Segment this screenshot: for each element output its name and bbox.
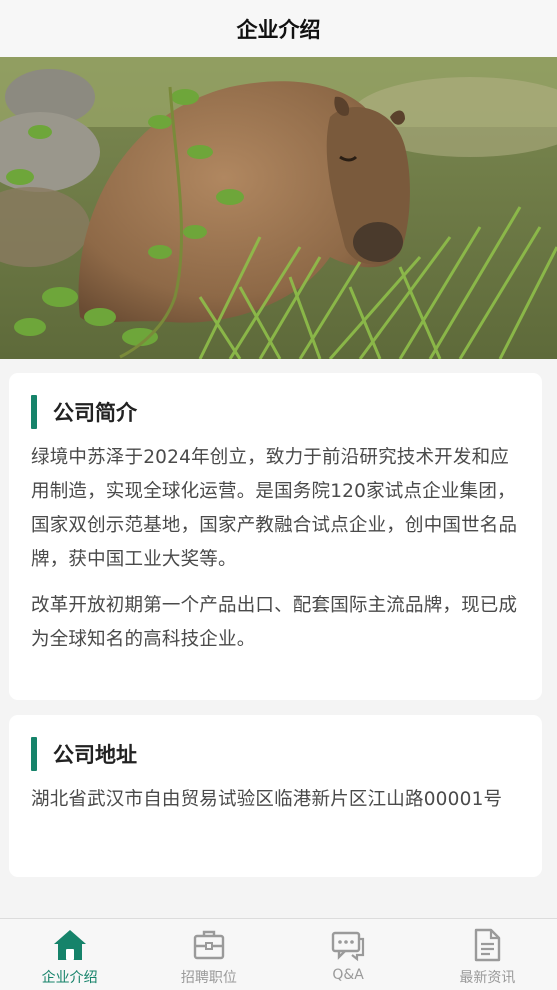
document-icon: [475, 928, 501, 962]
address-section-title: 公司地址: [31, 737, 520, 771]
page-title: 企业介绍: [236, 17, 321, 42]
home-icon: [53, 930, 86, 960]
address-text: 湖北省武汉市自由贸易试验区临港新片区江山路00001号: [31, 789, 503, 810]
tab-news[interactable]: 最新资讯: [418, 919, 557, 990]
intro-paragraph-1: 绿境中苏泽于2024年创立，致力于前沿研究技术开发和应用制造，实现全球化运营。是…: [31, 447, 518, 570]
address-title: 公司地址: [53, 743, 137, 767]
capybara-image: [0, 57, 557, 359]
page-header: 企业介绍: [0, 0, 557, 57]
tab-label: 企业介绍: [41, 970, 98, 986]
tab-label: Q&A: [332, 967, 364, 983]
tab-jobs[interactable]: 招聘职位: [139, 919, 278, 990]
bottom-tab-bar: 企业介绍 招聘职位 Q&A 最新资讯: [0, 918, 557, 990]
tab-qa[interactable]: Q&A: [279, 919, 418, 990]
tab-company-intro[interactable]: 企业介绍: [0, 919, 139, 990]
tab-label: 招聘职位: [180, 970, 237, 986]
briefcase-icon: [193, 930, 225, 960]
hero-banner: [0, 57, 557, 359]
intro-title: 公司简介: [53, 401, 137, 425]
section-accent-bar: [31, 737, 37, 771]
company-address-card: 公司地址 湖北省武汉市自由贸易试验区临港新片区江山路00001号: [9, 715, 542, 877]
intro-section-title: 公司简介: [31, 395, 520, 429]
company-intro-card: 公司简介 绿境中苏泽于2024年创立，致力于前沿研究技术开发和应用制造，实现全球…: [9, 373, 542, 700]
chat-bubbles-icon: [331, 931, 365, 962]
tab-label: 最新资讯: [459, 970, 516, 986]
intro-paragraph-2: 改革开放初期第一个产品出口、配套国际主流品牌，现已成为全球知名的高科技企业。: [31, 595, 518, 650]
section-accent-bar: [31, 395, 37, 429]
